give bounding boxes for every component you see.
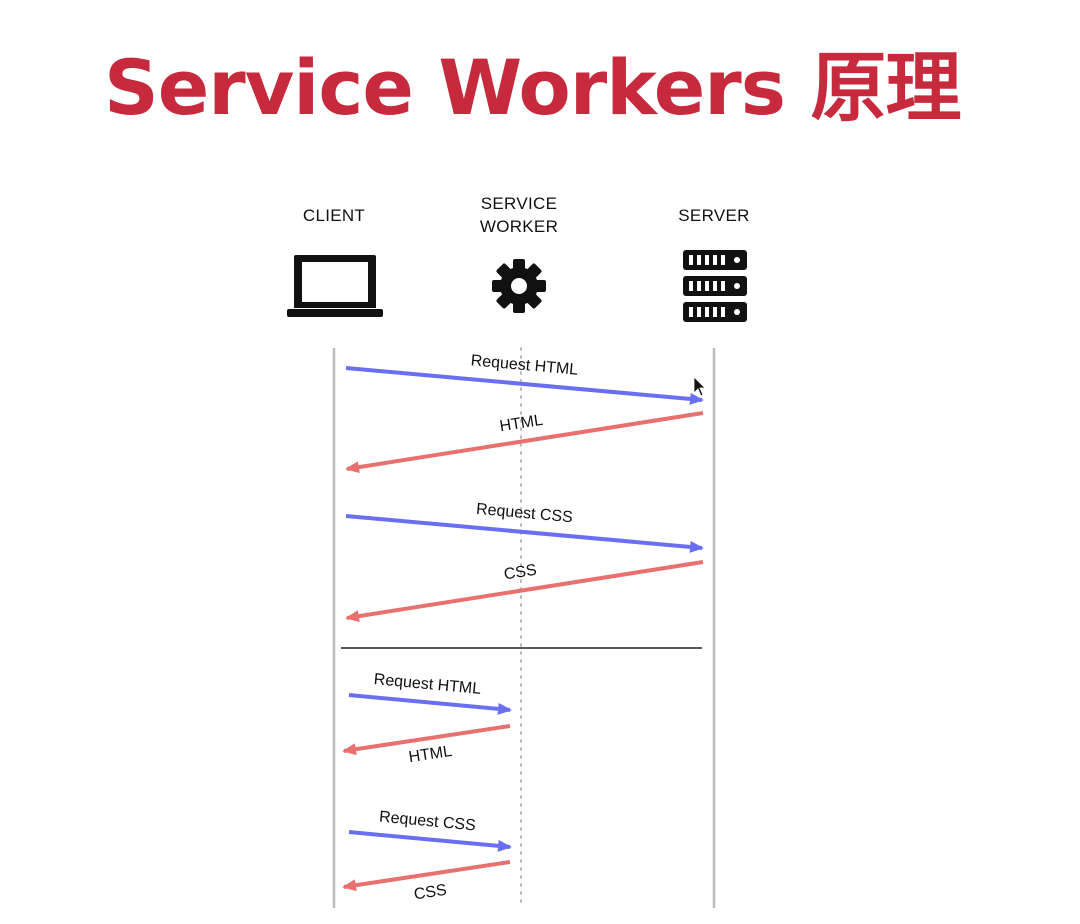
gear-icon: [492, 259, 546, 313]
cached-html-response-label: HTML: [408, 743, 454, 766]
cached-css-response-label: CSS: [413, 882, 448, 904]
mouse-cursor-icon: [693, 376, 706, 397]
cached-request-css-arrow: [348, 830, 512, 852]
request-css-label: Request CSS: [475, 501, 573, 527]
sequence-diagram: Request HTML HTML Request CSS CSS Reques…: [287, 250, 747, 909]
cached-request-html-arrow: [348, 693, 512, 715]
css-response-label: CSS: [503, 562, 538, 584]
laptop-icon: [287, 255, 383, 317]
cached-request-html-label: Request HTML: [373, 671, 482, 698]
cached-request-css-label: Request CSS: [378, 809, 476, 835]
request-html-label: Request HTML: [470, 352, 579, 379]
cached-css-response-arrow: [342, 860, 511, 892]
html-response-label: HTML: [498, 412, 544, 436]
server-rack-icon: [683, 250, 747, 322]
